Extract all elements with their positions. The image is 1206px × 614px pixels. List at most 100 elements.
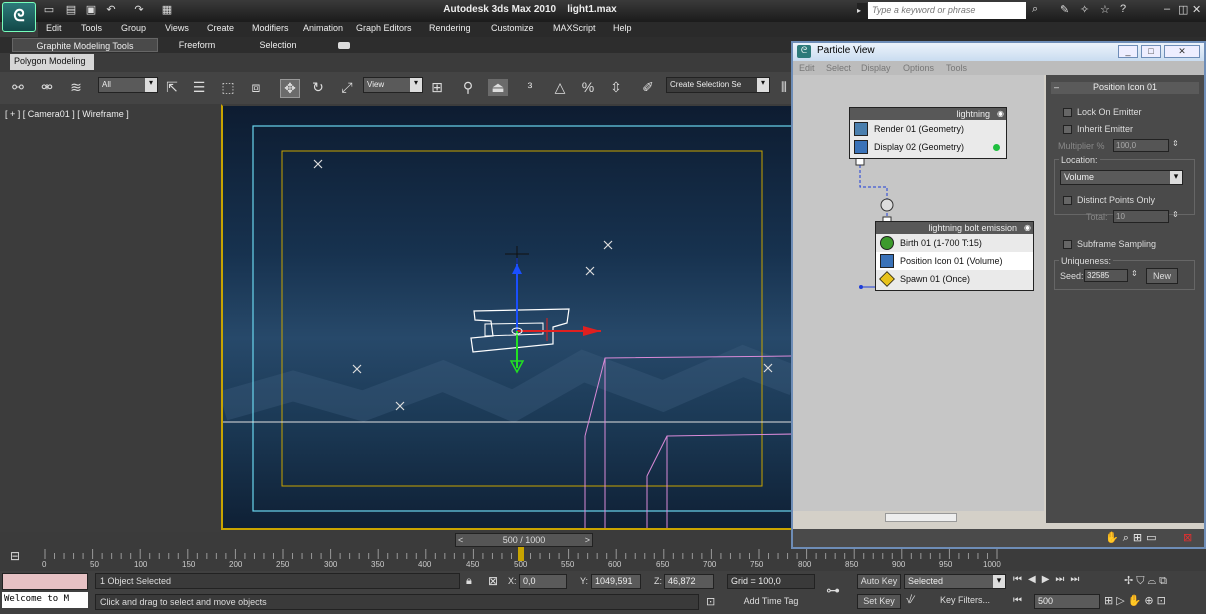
named-selection-set-dropdown[interactable]: Create Selection Se ▾ (666, 77, 770, 93)
select-and-scale-icon[interactable]: ⤢ (337, 79, 357, 96)
time-marker[interactable] (518, 547, 524, 561)
menu-graph-editors[interactable]: Graph Editors (356, 23, 412, 33)
key-mode-dropdown[interactable]: Selected ▾ (904, 574, 1006, 589)
pv-menu-tools[interactable]: Tools (946, 63, 967, 73)
close-icon[interactable]: ✕ (1192, 3, 1201, 16)
operator-spawn[interactable]: Spawn 01 (Once) (876, 270, 1033, 288)
select-and-move-icon[interactable]: ✥ (280, 79, 300, 98)
percent-snap-icon[interactable]: % (578, 79, 598, 95)
auto-key-button[interactable]: Auto Key (857, 574, 901, 589)
menu-rendering[interactable]: Rendering (429, 23, 471, 33)
track-bar[interactable] (0, 547, 1206, 571)
pv-menu-select[interactable]: Select (826, 63, 851, 73)
select-manipulate-icon[interactable]: ⚲ (458, 79, 478, 96)
angle-snap-icon[interactable]: △ (550, 79, 570, 96)
edit-named-selection-icon[interactable]: ✐ (638, 79, 658, 96)
time-slider[interactable]: <500 / 1000 > (455, 533, 593, 547)
lock-selection-icon[interactable]: 🔒︎ (466, 575, 472, 588)
subframe-sampling-checkbox[interactable] (1063, 240, 1072, 249)
ribbon-toggle-icon[interactable] (338, 42, 350, 49)
select-and-rotate-icon[interactable]: ↻ (308, 79, 328, 96)
particle-flow-canvas[interactable]: lightning ◉ Render 01 (Geometry) Display… (793, 75, 1044, 523)
y-coordinate-field[interactable]: 1049,591 (591, 574, 641, 589)
operator-position-icon[interactable]: Position Icon 01 (Volume) (876, 252, 1033, 270)
curve-editor-icon[interactable]: ⊟ (10, 549, 28, 563)
pv-delete-icon[interactable]: ⊠ (1183, 531, 1192, 544)
search-input[interactable]: Type a keyword or phrase (868, 2, 1026, 19)
tab-freeform[interactable]: Freeform (168, 38, 226, 52)
pv-menu-edit[interactable]: Edit (799, 63, 815, 73)
unlink-icon[interactable]: ⚮ (37, 79, 57, 96)
operator-render[interactable]: Render 01 (Geometry) (850, 120, 1006, 138)
event-node-lightning[interactable]: lightning ◉ Render 01 (Geometry) Display… (849, 107, 1007, 159)
tab-selection[interactable]: Selection (250, 38, 306, 52)
playback-controls[interactable]: ⏮◀▶⏭⏭ (1013, 574, 1085, 585)
tools-icon[interactable]: ✎ (1060, 3, 1069, 16)
pv-menu-options[interactable]: Options (903, 63, 934, 73)
spinner-icon[interactable]: ⇕ (1131, 269, 1138, 278)
time-next-button[interactable]: > (585, 534, 590, 546)
menu-customize[interactable]: Customize (491, 23, 534, 33)
distinct-points-checkbox[interactable] (1063, 196, 1072, 205)
redo-icon[interactable]: ↷ (132, 3, 146, 17)
tab-graphite-modeling-tools[interactable]: Graphite Modeling Tools (12, 38, 158, 52)
pivot-center-icon[interactable]: ⊞ (427, 79, 447, 96)
new-file-icon[interactable]: ▭ (42, 3, 56, 17)
key-mode-toggle-icon[interactable]: ⏮ (1013, 595, 1022, 606)
menu-create[interactable]: Create (207, 23, 234, 33)
time-prev-button[interactable]: < (458, 534, 463, 546)
project-folder-icon[interactable]: ▦ (160, 3, 174, 17)
keyboard-shortcut-override-icon[interactable]: ⏏ (488, 79, 508, 96)
favorites-star-icon[interactable]: ☆ (1100, 3, 1110, 16)
menu-group[interactable]: Group (121, 23, 146, 33)
binoculars-icon[interactable]: ⌕ (1032, 3, 1038, 16)
window-crossing-icon[interactable]: ⧈ (246, 79, 266, 96)
pv-maximize-icon[interactable]: □ (1141, 45, 1161, 58)
camera-viewport[interactable] (221, 104, 793, 530)
z-coordinate-field[interactable]: 46,872 (664, 574, 714, 589)
absolute-mode-icon[interactable]: ⊠ (488, 574, 498, 588)
pv-menu-display[interactable]: Display (861, 63, 891, 73)
spinner-icon[interactable]: ⇕ (1172, 210, 1179, 219)
minimize-icon[interactable]: – (1164, 3, 1170, 15)
pv-navigation-icons[interactable]: ✋⌕⊞▭ (1105, 531, 1160, 545)
menu-help[interactable]: Help (613, 23, 632, 33)
maxscript-welcome-field[interactable]: Welcome to M (2, 592, 88, 608)
app-logo-icon[interactable]: ᘓ (2, 2, 36, 32)
location-dropdown[interactable]: Volume ▾ (1060, 170, 1183, 185)
menu-edit[interactable]: Edit (46, 23, 62, 33)
spinner-icon[interactable]: ⇕ (1172, 139, 1179, 148)
menu-animation[interactable]: Animation (303, 23, 343, 33)
reference-coordinate-dropdown[interactable]: View ▾ (363, 77, 423, 93)
open-file-icon[interactable]: ▤ (64, 3, 78, 17)
pv-close-icon[interactable]: ✕ (1164, 45, 1200, 58)
undo-icon[interactable]: ↶ (104, 3, 118, 17)
snaps-toggle-icon[interactable]: ³ (520, 79, 540, 95)
menu-maxscript[interactable]: MAXScript (553, 23, 596, 33)
viewport-nav-controls[interactable]: ✢⛉⌓⧉ (1124, 574, 1170, 588)
current-frame-field[interactable]: 500 (1034, 594, 1100, 609)
selection-filter-dropdown[interactable]: All ▾ (98, 77, 158, 93)
pv-minimize-icon[interactable]: _ (1118, 45, 1138, 58)
pv-horizontal-scrollbar[interactable] (793, 511, 1044, 523)
menu-tools[interactable]: Tools (81, 23, 102, 33)
bind-space-warp-icon[interactable]: ≋ (66, 79, 86, 96)
scrollbar-thumb[interactable] (885, 513, 957, 522)
operator-display[interactable]: Display 02 (Geometry) (850, 138, 1006, 156)
restore-icon[interactable]: ◫ (1178, 3, 1188, 16)
tab-polygon-modeling[interactable]: Polygon Modeling (10, 54, 94, 70)
rollout-header[interactable]: – Position Icon 01 (1051, 82, 1199, 94)
maxscript-listener-input[interactable] (2, 573, 88, 590)
multiplier-field[interactable]: 100,0 (1113, 139, 1169, 152)
inherit-emitter-checkbox[interactable] (1063, 125, 1072, 134)
new-seed-button[interactable]: New (1146, 268, 1178, 284)
select-and-link-icon[interactable]: ⚯ (8, 79, 28, 96)
select-by-name-icon[interactable]: ☰ (189, 79, 209, 96)
spinner-snap-icon[interactable]: ⇳ (606, 79, 626, 96)
total-field[interactable]: 10 (1113, 210, 1169, 223)
add-time-tag-button[interactable]: Add Time Tag (727, 595, 815, 610)
event-node-lightning-bolt-emission[interactable]: lightning bolt emission ◉ Birth 01 (1-70… (875, 221, 1034, 291)
menu-views[interactable]: Views (165, 23, 189, 33)
set-key-button[interactable]: Set Key (857, 594, 901, 609)
lock-on-emitter-checkbox[interactable] (1063, 108, 1072, 117)
